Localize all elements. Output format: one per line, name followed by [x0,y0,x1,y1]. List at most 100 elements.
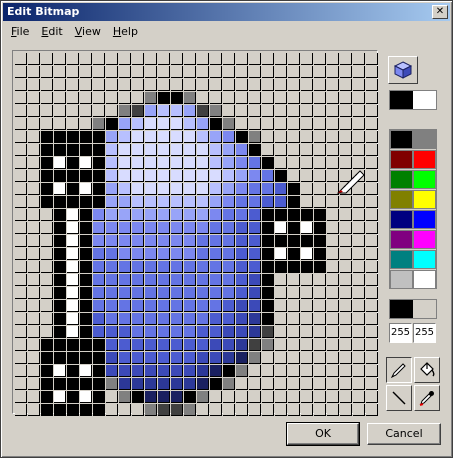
pixel-cell[interactable] [41,105,53,117]
pixel-cell[interactable] [340,118,352,130]
pixel-cell[interactable] [15,183,27,195]
pixel-cell[interactable] [119,170,131,182]
pixel-cell[interactable] [366,378,378,390]
pixel-cell[interactable] [93,222,105,234]
pixel-cell[interactable] [171,287,183,299]
pixel-cell[interactable] [262,209,274,221]
pixel-cell[interactable] [119,105,131,117]
pixel-cell[interactable] [340,92,352,104]
pixel-cell[interactable] [314,339,326,351]
pixel-cell[interactable] [262,365,274,377]
pixel-cell[interactable] [80,79,92,91]
pixel-cell[interactable] [301,183,313,195]
pixel-cell[interactable] [158,300,170,312]
pixel-cell[interactable] [262,287,274,299]
pixel-cell[interactable] [353,131,365,143]
palette-swatch[interactable] [390,150,413,169]
pixel-cell[interactable] [132,378,144,390]
foreground-color[interactable] [390,91,413,109]
pixel-cell[interactable] [80,105,92,117]
pixel-cell[interactable] [80,287,92,299]
pixel-cell[interactable] [184,157,196,169]
pixel-cell[interactable] [54,157,66,169]
pixel-cell[interactable] [145,144,157,156]
pixel-cell[interactable] [106,92,118,104]
pixel-cell[interactable] [262,53,274,65]
pixel-cell[interactable] [288,209,300,221]
pixel-cell[interactable] [340,157,352,169]
pixel-cell[interactable] [67,378,79,390]
pixel-cell[interactable] [249,248,261,260]
pixel-cell[interactable] [353,352,365,364]
pixel-cell[interactable] [171,196,183,208]
pixel-cell[interactable] [80,118,92,130]
pixel-cell[interactable] [340,313,352,325]
pixel-cell[interactable] [171,183,183,195]
ok-button[interactable]: OK [286,422,360,446]
pixel-cell[interactable] [54,339,66,351]
pixel-cell[interactable] [93,378,105,390]
pixel-cell[interactable] [28,196,40,208]
pixel-cell[interactable] [262,118,274,130]
pixel-cell[interactable] [132,313,144,325]
pixel-cell[interactable] [249,326,261,338]
pixel-cell[interactable] [41,196,53,208]
pixel-cell[interactable] [28,378,40,390]
pixel-cell[interactable] [80,183,92,195]
pixel-cell[interactable] [275,183,287,195]
pixel-cell[interactable] [197,157,209,169]
pixel-cell[interactable] [197,274,209,286]
pixel-cell[interactable] [106,209,118,221]
pixel-cell[interactable] [197,261,209,273]
pixel-cell[interactable] [171,378,183,390]
pixel-cell[interactable] [249,365,261,377]
pixel-cell[interactable] [301,274,313,286]
pixel-cell[interactable] [54,300,66,312]
pixel-cell[interactable] [314,378,326,390]
pixel-cell[interactable] [54,404,66,416]
pixel-cell[interactable] [275,339,287,351]
pixel-cell[interactable] [249,170,261,182]
pixel-cell[interactable] [119,300,131,312]
pixel-cell[interactable] [80,157,92,169]
pixel-cell[interactable] [236,261,248,273]
pixel-cell[interactable] [210,105,222,117]
pixel-cell[interactable] [223,183,235,195]
pixel-cell[interactable] [210,79,222,91]
pixel-cell[interactable] [236,339,248,351]
pixel-cell[interactable] [28,274,40,286]
pixel-cell[interactable] [171,261,183,273]
pixel-cell[interactable] [301,326,313,338]
pixel-cell[interactable] [158,170,170,182]
pixel-cell[interactable] [132,144,144,156]
pixel-cell[interactable] [93,235,105,247]
pixel-cell[interactable] [15,66,27,78]
pixel-cell[interactable] [314,274,326,286]
pixel-cell[interactable] [106,326,118,338]
pixel-cell[interactable] [223,365,235,377]
pixel-cell[interactable] [327,79,339,91]
pixel-cell[interactable] [184,79,196,91]
pixel-cell[interactable] [184,365,196,377]
pixel-cell[interactable] [340,144,352,156]
pixel-cell[interactable] [119,66,131,78]
pixel-cell[interactable] [145,53,157,65]
pixel-cell[interactable] [275,144,287,156]
pixel-cell[interactable] [54,144,66,156]
pixel-cell[interactable] [275,326,287,338]
pixel-cell[interactable] [366,235,378,247]
pixel-cell[interactable] [15,209,27,221]
pixel-cell[interactable] [106,144,118,156]
pixel-cell[interactable] [314,261,326,273]
pixel-cell[interactable] [327,196,339,208]
pixel-cell[interactable] [236,313,248,325]
pixel-cell[interactable] [93,209,105,221]
pixel-cell[interactable] [210,170,222,182]
pixel-cell[interactable] [340,339,352,351]
pixel-cell[interactable] [145,274,157,286]
pixel-cell[interactable] [353,196,365,208]
pixel-cell[interactable] [249,131,261,143]
pixel-cell[interactable] [353,339,365,351]
pixel-cell[interactable] [275,287,287,299]
pixel-cell[interactable] [197,196,209,208]
